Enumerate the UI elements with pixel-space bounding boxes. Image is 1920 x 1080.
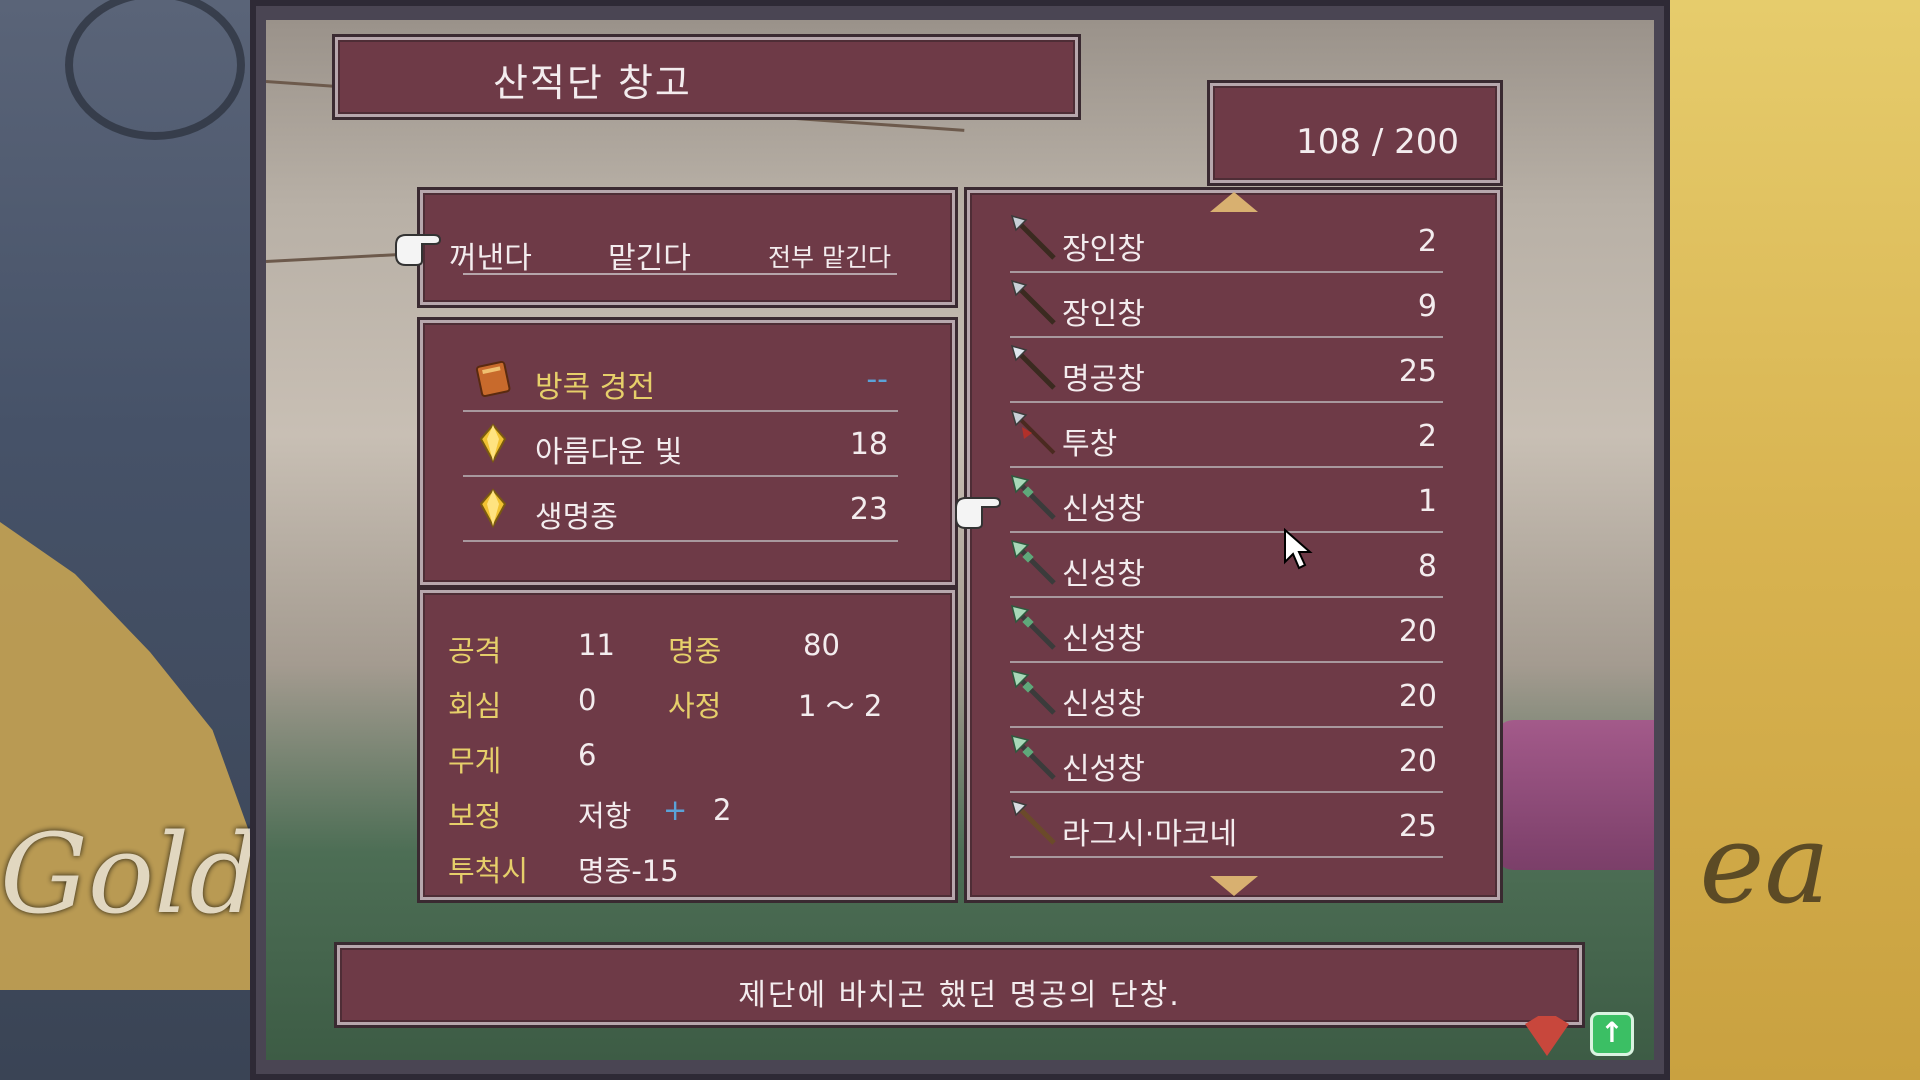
item-name: 생명종	[535, 500, 618, 535]
bonus-label: 보정	[448, 799, 502, 833]
capacity-counter: 108 / 200	[1296, 122, 1459, 162]
javelin-icon	[1010, 409, 1056, 455]
item-name: 장인창	[1062, 297, 1145, 332]
list-item[interactable]: 생명종 23	[463, 478, 898, 542]
item-count: 8	[1417, 549, 1437, 584]
item-count: 20	[1398, 679, 1437, 714]
spear-icon	[1010, 799, 1056, 845]
pointer-hand-icon	[395, 234, 442, 266]
attack-value: 11	[578, 628, 615, 662]
bonus-plus: +	[663, 793, 688, 827]
crit-value: 0	[578, 683, 597, 717]
command-divider	[463, 273, 897, 275]
attack-label: 공격	[448, 634, 502, 668]
throw-label: 투척시	[448, 854, 529, 888]
item-count: 25	[1398, 354, 1437, 389]
holy-spear-icon	[1010, 474, 1056, 520]
list-item[interactable]: 투창 2	[1010, 403, 1443, 468]
item-name: 신성창	[1062, 687, 1145, 722]
item-count: 2	[1417, 419, 1437, 454]
item-name: 신성창	[1062, 622, 1145, 657]
command-menu: 꺼낸다 맡긴다 전부 맡긴다	[420, 190, 955, 305]
item-count: --	[866, 362, 888, 397]
item-count: 1	[1417, 484, 1437, 519]
holy-spear-icon	[1010, 604, 1056, 650]
gem-icon	[479, 423, 507, 463]
holy-spear-icon	[1010, 734, 1056, 780]
scroll-down-icon[interactable]	[1210, 876, 1258, 896]
crit-label: 회심	[448, 689, 502, 723]
item-name: 방콕 경전	[535, 370, 655, 405]
list-item[interactable]: 장인창 2	[1010, 208, 1443, 273]
book-icon	[475, 360, 511, 398]
item-count: 23	[849, 492, 888, 527]
item-name: 투창	[1062, 427, 1118, 462]
list-item[interactable]: 신성창 20	[1010, 598, 1443, 663]
selection-hand-icon	[955, 497, 1002, 529]
capacity-panel: 108 / 200	[1210, 83, 1500, 183]
bonus-value: 2	[713, 793, 732, 827]
spear-icon	[1010, 214, 1056, 260]
deposit-button[interactable]: 맡긴다	[608, 233, 691, 277]
special-items-panel: 방콕 경전 -- 아름다운 빛 18 생명종 23	[420, 320, 955, 585]
item-stats-panel: 공격 11 명중 80 회심 0 사정 1 ～ 2 무게 6 보정 저항 + 2…	[420, 590, 955, 900]
item-count: 18	[849, 427, 888, 462]
holy-spear-icon	[1010, 669, 1056, 715]
weight-value: 6	[578, 738, 597, 772]
range-value: 1 ～ 2	[798, 689, 883, 723]
list-item-selected[interactable]: 신성창 1	[1010, 468, 1443, 533]
item-count: 20	[1398, 614, 1437, 649]
item-name: 장인창	[1062, 232, 1145, 267]
background-script-right: ea	[1699, 800, 1830, 928]
hit-value: 80	[803, 628, 840, 662]
item-description: 제단에 바치곤 했던 명공의 단창.	[738, 978, 1181, 1013]
item-name: 신성창	[1062, 752, 1145, 787]
item-description-panel: 제단에 바치곤 했던 명공의 단창.	[337, 945, 1582, 1025]
withdraw-button[interactable]: 꺼낸다	[449, 233, 532, 277]
throw-value: 명중-15	[578, 854, 679, 888]
item-name: 라그시·마코네	[1062, 817, 1238, 852]
list-item[interactable]: 아름다운 빛 18	[463, 413, 898, 477]
item-name: 명공창	[1062, 362, 1145, 397]
spear-icon	[1010, 344, 1056, 390]
item-count: 9	[1417, 289, 1437, 324]
list-item[interactable]: 라그시·마코네 25	[1010, 793, 1443, 858]
list-item[interactable]: 신성창 20	[1010, 663, 1443, 728]
item-count: 25	[1398, 809, 1437, 844]
spear-icon	[1010, 279, 1056, 325]
item-count: 2	[1417, 224, 1437, 259]
item-name: 신성창	[1062, 492, 1145, 527]
storage-item-list: 장인창 2 장인창 9 명공창 25 투창 2 신성창 1 신성창 8 신성창 …	[967, 190, 1500, 900]
mouse-cursor-icon	[1284, 528, 1313, 570]
weight-label: 무게	[448, 744, 502, 778]
bonus-stat: 저항	[578, 799, 632, 833]
item-name: 신성창	[1062, 557, 1145, 592]
scroll-up-icon[interactable]	[1210, 192, 1258, 212]
list-item[interactable]: 장인창 9	[1010, 273, 1443, 338]
item-name: 아름다운 빛	[535, 435, 683, 470]
deposit-all-button[interactable]: 전부 맡긴다	[768, 238, 891, 274]
background-script-left: Gold	[0, 810, 260, 938]
hit-label: 명중	[668, 634, 722, 668]
holy-spear-icon	[1010, 539, 1056, 585]
gem-icon	[479, 488, 507, 528]
range-label: 사정	[668, 689, 722, 723]
up-arrow-icon[interactable]: ↑	[1590, 1012, 1634, 1056]
item-count: 20	[1398, 744, 1437, 779]
list-item[interactable]: 방콕 경전 --	[463, 348, 898, 412]
storage-title-panel: 산적단 창고	[335, 37, 1078, 117]
list-item[interactable]: 신성창 20	[1010, 728, 1443, 793]
page-title: 산적단 창고	[493, 61, 692, 105]
list-item[interactable]: 신성창 8	[1010, 533, 1443, 598]
list-item[interactable]: 명공창 25	[1010, 338, 1443, 403]
